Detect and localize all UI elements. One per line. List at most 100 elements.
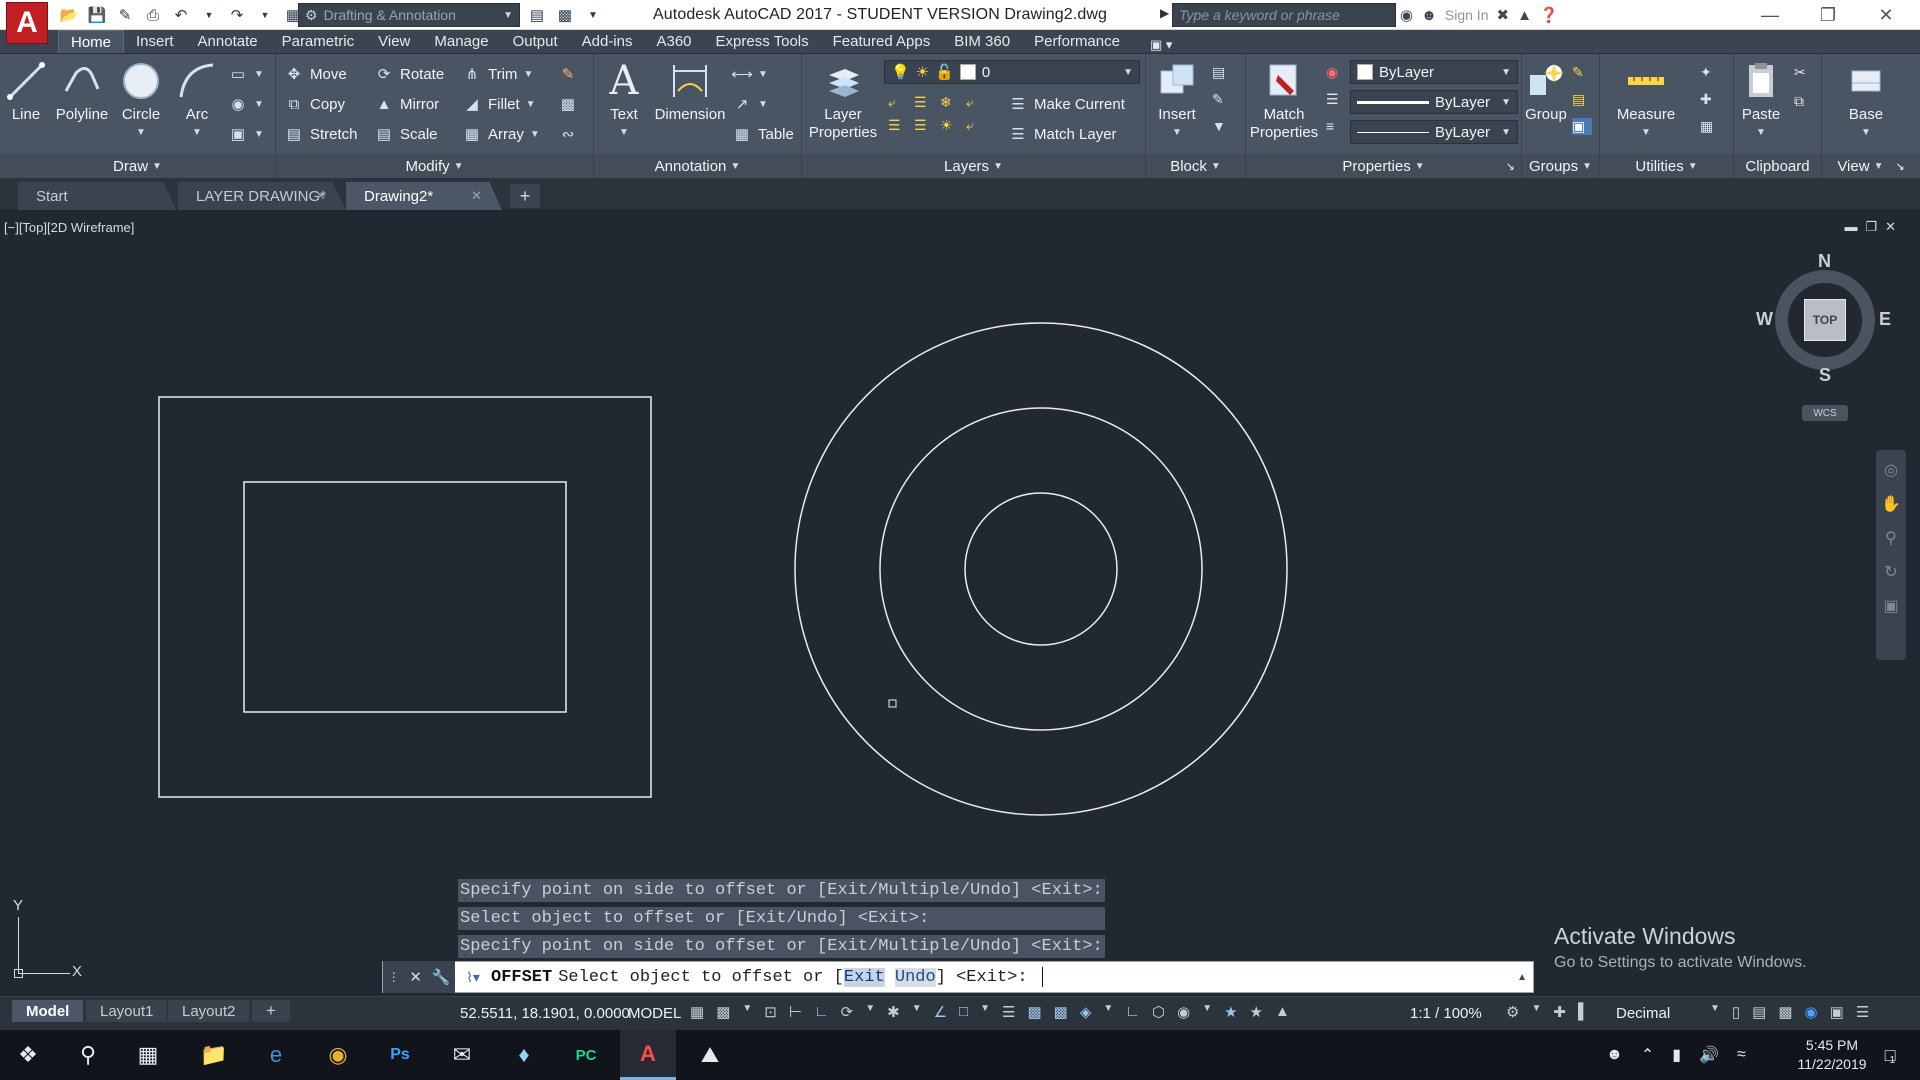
file-tab-start[interactable]: Start [18,182,176,210]
command-history-toggle-icon[interactable]: ▲ [1517,972,1527,983]
new-tab-button[interactable]: + [510,184,540,208]
ribbon-tab-featured-apps[interactable]: Featured Apps [821,30,943,53]
option-exit[interactable]: Exit [843,967,885,987]
user-icon[interactable]: ☻ [1421,7,1437,24]
annotation-scale-dropdown[interactable]: 1:1 / 100% [1410,1005,1482,1022]
ribbon-tab-output[interactable]: Output [501,30,570,53]
compass-south[interactable]: S [1819,365,1831,386]
task-view-icon[interactable]: ▦ [120,1030,176,1080]
search-input[interactable]: Type a keyword or phrase [1172,3,1396,27]
ribbon-tab-express-tools[interactable]: Express Tools [704,30,821,53]
wifi-icon[interactable]: ≈ [1737,1046,1746,1064]
dialog-launcher-icon[interactable]: ↘ [1895,160,1904,173]
auto-scale-icon[interactable]: ★ [1250,1003,1263,1021]
scale-button[interactable]: ▤ Scale [374,122,438,146]
layer-properties-button[interactable]: Layer Properties [806,60,880,142]
object-snap-icon[interactable]: □ [959,1003,968,1021]
ungroup-icon[interactable]: ✎ [1572,64,1592,81]
wcs-menu[interactable]: WCS [1802,405,1848,421]
annotation-monitor-icon[interactable]: ✚ [1553,1003,1566,1021]
save-as-icon[interactable]: ✎ [112,3,138,27]
make-current-button[interactable]: ☰ Make Current [1008,92,1125,116]
undo-dropdown-icon[interactable]: ▼ [196,3,222,27]
grid-icon[interactable]: ▦ [690,1003,704,1021]
draw-panel-title[interactable]: Draw ▼ [0,154,275,178]
print-icon[interactable]: ⎙ [140,3,166,27]
copy-button[interactable]: ⧉ Copy [284,92,345,116]
file-tab-layer-drawing[interactable]: LAYER DRAWING* ✕ [178,182,346,210]
windows-start-icon[interactable]: ❖ [0,1030,56,1080]
groups-panel-title[interactable]: Groups ▼ [1522,154,1599,178]
chevron-down-icon[interactable]: ▼ [912,1003,922,1021]
grip-handle-icon[interactable]: ⋮ [388,970,400,984]
paste-button[interactable]: Paste ▼ [1738,60,1784,142]
copy-clip-icon[interactable]: ⧉ [1794,93,1814,110]
chevron-down-icon[interactable]: ▼ [1103,1003,1113,1021]
layout-tab-model[interactable]: Model [12,1000,84,1022]
app-icon[interactable]: ♦ [496,1030,552,1080]
viewcube-top-face[interactable]: TOP [1804,299,1846,341]
color-dropdown[interactable]: ByLayer ▼ [1350,60,1518,84]
layer-lock-icon[interactable]: ⤶ [966,94,986,111]
gizmo-icon[interactable]: ◉ [1177,1003,1190,1021]
erase-button[interactable]: ✎ [558,62,578,86]
polar-tracking-icon[interactable]: ⟳ [841,1003,854,1021]
autocad-taskbar-icon[interactable]: A [620,1030,676,1080]
boundary-button[interactable]: ▣ ▼ [228,122,264,146]
notifications-icon[interactable]: □ 1 [1862,1030,1918,1080]
match-properties-button[interactable]: Match Properties [1248,60,1320,142]
utilities-panel-title[interactable]: Utilities ▼ [1600,154,1733,178]
layer-freeze-icon[interactable]: ❄ [940,94,960,111]
ribbon-tab-add-ins[interactable]: Add-ins [570,30,645,53]
ribbon-tab-parametric[interactable]: Parametric [270,30,367,53]
chevron-down-icon[interactable]: ▼ [865,1003,875,1021]
taskbar-clock[interactable]: 5:45 PM 11/22/2019 [1792,1036,1872,1074]
layer-dropdown[interactable]: 💡 ☀ 🔓 0 ▼ [884,60,1140,84]
restore-icon[interactable]: ❐ [1800,0,1856,30]
undo-icon[interactable]: ↶ [168,3,194,27]
annotation-visibility-icon[interactable]: ★ [1224,1003,1237,1021]
rotate-button[interactable]: ⟳ Rotate [374,62,445,86]
layout-tab-layout1[interactable]: Layout1 [86,1000,168,1022]
photos-icon[interactable]: ⛰ [682,1030,738,1080]
edge-browser-icon[interactable]: e [248,1030,304,1080]
chevron-down-icon[interactable]: ▼ [1202,1003,1212,1021]
chevron-up-icon[interactable]: ⌃ [1641,1045,1654,1065]
dynamic-ucs-icon[interactable]: ∟ [1125,1003,1140,1021]
block-attribute-icon[interactable]: ▼ [1212,118,1232,134]
selection-filter-icon[interactable]: ⬡ [1152,1003,1165,1021]
move-button[interactable]: ✥ Move [284,62,347,86]
lineweight-toggle-icon[interactable]: ☰ [1002,1003,1015,1021]
inner-circle[interactable] [964,492,1118,646]
dimension-button[interactable]: Dimension [652,60,728,124]
outer-circle[interactable] [794,322,1288,816]
ribbon-tab-insert[interactable]: Insert [124,30,186,53]
layer-unisolate-icon[interactable]: ☰ [914,117,934,134]
linear-dimension-button[interactable]: ⟷ ▼ [731,62,768,86]
inner-rectangle[interactable] [243,481,567,713]
option-undo[interactable]: Undo [894,967,936,987]
ribbon-tab-view[interactable]: View [366,30,422,53]
middle-circle[interactable] [879,407,1203,731]
help-icon[interactable]: ❓ [1540,6,1559,24]
battery-icon[interactable]: ▮ [1672,1045,1681,1065]
workspace-switcher[interactable]: ⚙ Drafting & Annotation ▼ [298,3,520,27]
add-layout-button[interactable]: + [252,1000,290,1022]
transparency-icon[interactable]: ▩ [1027,1003,1041,1021]
close-icon[interactable]: ✕ [409,968,422,986]
calculator-icon[interactable]: ▦ [1700,118,1720,135]
steering-wheel-icon[interactable]: ◎ [1884,460,1898,480]
layers-panel-title[interactable]: Layers ▼ [802,154,1145,178]
units-dropdown[interactable]: Decimal [1616,1005,1670,1022]
isolate-objects-icon[interactable]: ▤ [1752,1003,1766,1021]
leader-button[interactable]: ↗ ▼ [732,92,768,116]
dialog-launcher-icon[interactable]: ↘ [1506,160,1515,173]
line-button[interactable]: Line [6,60,46,124]
array-button[interactable]: ▦ Array ▼ [462,122,540,146]
redo-dropdown-icon[interactable]: ▼ [252,3,278,27]
offset-button[interactable]: ∾ [558,122,578,146]
ribbon-tab-manage[interactable]: Manage [422,30,500,53]
ribbon-tab-home[interactable]: Home [58,30,125,53]
arc-button[interactable]: Arc ▼ [174,60,220,142]
ribbon-tab-annotate[interactable]: Annotate [186,30,270,53]
